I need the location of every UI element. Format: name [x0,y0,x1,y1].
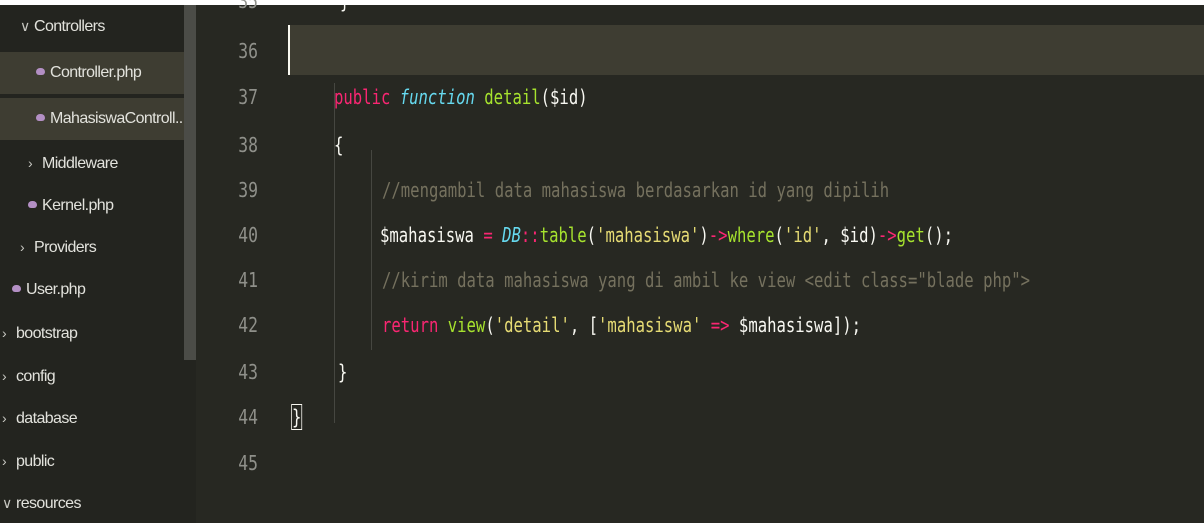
code-line-42: return view('detail', ['mahasiswa' => $m… [382,313,861,337]
code-line-41-comment: //kirim data mahasiswa yang di ambil ke … [382,268,1031,292]
token-args: , $id) [821,223,878,247]
token-string: 'mahasiswa' [598,313,702,337]
token-paren: (); [924,223,954,247]
keyword-function: function [399,85,475,109]
line-number: 40 [238,223,258,247]
tree-folder-config[interactable]: › config [0,355,186,397]
tree-item-label: Controllers [34,18,105,35]
chevron-down-icon: ∨ [20,18,30,34]
tree-item-label: Middleware [42,155,118,172]
token-method-table: table [539,223,587,247]
line-number: 41 [238,268,258,292]
php-elephant-icon [36,114,45,122]
code-editor[interactable]: } public function detail($id) { //mengam… [288,5,1204,523]
code-line-40: $mahasiswa = DB::table('mahasiswa')->whe… [380,223,953,247]
chevron-right-icon: › [28,155,33,171]
tree-item-label: database [16,410,78,427]
line-number: 45 [238,451,258,475]
tree-item-label: resources [16,495,81,512]
tree-folder-providers[interactable]: › Providers [0,226,196,268]
line-number-gutter: 35 36 37 38 39 40 41 42 43 44 45 [196,0,288,523]
token-string: 'mahasiswa' [596,223,700,247]
token-args: , [ [569,313,599,337]
token-paren: ( [774,223,784,247]
token-scope: :: [520,223,540,247]
code-line-43: } [338,360,348,384]
token-func-view: view [438,313,486,337]
keyword-public: public [334,85,391,109]
line-number: 35 [238,0,258,13]
chevron-right-icon: › [2,453,7,469]
code-line-37: public function detail($id) [334,85,588,109]
tree-folder-resources[interactable]: ∨ resources [0,482,186,523]
function-params: ($id) [540,85,588,109]
tree-folder-public[interactable]: › public [0,440,186,482]
line-number: 42 [238,313,258,337]
line-number: 36 [238,39,258,63]
tree-folder-database[interactable]: › database [0,397,186,439]
file-tree-sidebar: ∨ Controllers Controller.php MahasiswaCon… [0,5,196,523]
code-line-38: { [334,133,344,157]
chevron-right-icon: › [20,239,25,255]
line-number: 43 [238,360,258,384]
token-arrow: => [701,313,739,337]
tree-item-label: public [16,453,55,470]
tree-file-user-php[interactable]: User.php [0,269,196,311]
tree-item-label: Controller.php [50,64,142,81]
token-args: $mahasiswa]); [738,313,862,337]
chevron-right-icon: › [2,325,7,341]
tree-item-label: bootstrap [16,325,78,342]
token-arrow: -> [708,223,728,247]
tree-folder-bootstrap[interactable]: › bootstrap [0,312,186,354]
tree-folder-middleware[interactable]: › Middleware [0,142,196,184]
token-paren: ) [699,223,709,247]
code-line-44: } [291,404,303,430]
tree-item-label: User.php [26,281,86,298]
token-paren: ( [485,313,495,337]
token-arrow: -> [877,223,897,247]
tree-folder-controllers[interactable]: ∨ Controllers [0,5,196,47]
function-name-detail: detail [484,85,541,109]
chevron-down-icon: ∨ [2,495,12,511]
indent-guide [371,150,372,350]
tree-file-mahasiswacontroller[interactable]: MahasiswaControll... [0,98,196,140]
chevron-right-icon: › [2,410,7,426]
sidebar-scrollbar[interactable] [184,5,196,360]
php-elephant-icon [28,201,37,209]
token-method-get: get [896,223,925,247]
keyword-return: return [382,313,439,337]
tree-item-label: Kernel.php [42,197,114,214]
line-number: 38 [238,133,258,157]
token-method-where: where [727,223,775,247]
line-number: 44 [238,405,258,429]
code-line-39-comment: //mengambil data mahasiswa berdasarkan i… [382,178,890,202]
token-paren: ( [586,223,597,247]
text-cursor [288,25,290,75]
php-elephant-icon [36,68,45,76]
token-assign: = [473,223,503,247]
line-number: 39 [238,178,258,202]
current-line-highlight [288,25,1204,75]
php-elephant-icon [12,285,21,293]
code-line-35: } [340,5,349,13]
token-string: 'detail' [494,313,570,337]
tree-item-label: config [16,368,56,385]
matched-brace: } [291,404,303,430]
token-string: 'id' [783,223,822,247]
line-number: 37 [238,85,258,109]
token-var: $mahasiswa [380,223,474,247]
tree-item-label: MahasiswaControll... [50,110,187,127]
tree-file-kernel-php[interactable]: Kernel.php [0,185,196,227]
tree-item-label: Providers [34,239,97,256]
tree-file-controller-php[interactable]: Controller.php [0,52,196,94]
token-class-db: DB [502,223,521,247]
chevron-right-icon: › [2,368,7,384]
